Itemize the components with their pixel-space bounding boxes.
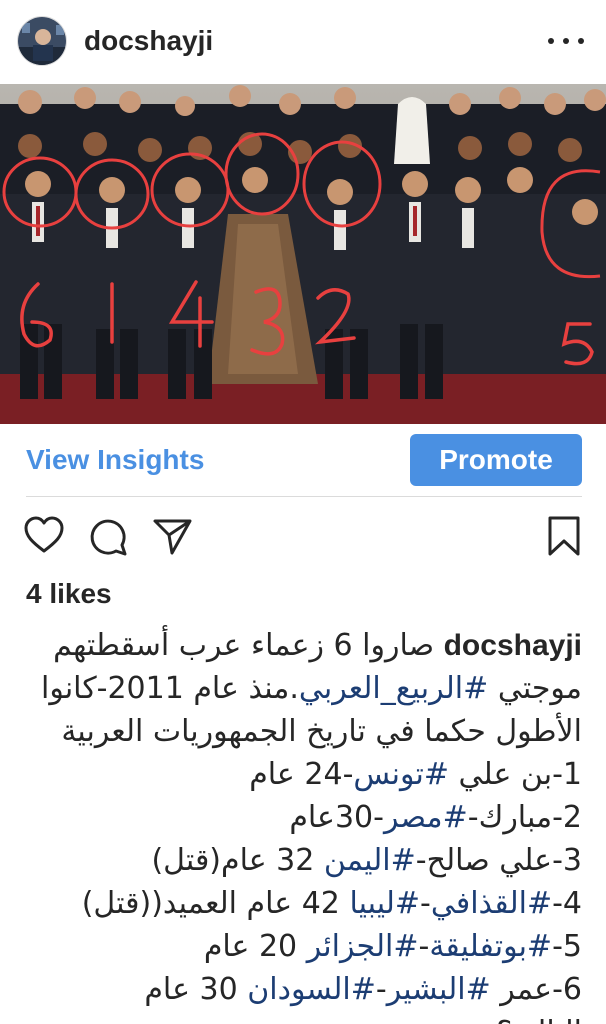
hashtag-link[interactable]: #ليبيا bbox=[349, 886, 420, 921]
insights-bar: View Insights Promote bbox=[0, 424, 606, 496]
post-photo[interactable] bbox=[0, 84, 606, 424]
post-caption: docshayji صاروا 6 زعماء عرب أسقطتهم موجت… bbox=[26, 624, 582, 1024]
caption-author[interactable]: docshayji bbox=[444, 629, 582, 662]
more-dot bbox=[548, 38, 554, 44]
caption-text: - bbox=[420, 886, 431, 921]
caption-line: docshayji صاروا 6 زعماء عرب أسقطتهم bbox=[26, 624, 582, 667]
caption-text: .منذ عام 2011-كانوا bbox=[41, 671, 299, 706]
caption-text: 42 عام العميد((قتل) bbox=[81, 886, 350, 921]
avatar-image bbox=[18, 17, 66, 65]
bookmark-icon[interactable] bbox=[542, 514, 586, 558]
caption-text: 5- bbox=[552, 929, 582, 964]
more-options-icon[interactable] bbox=[548, 28, 584, 54]
hashtag-link[interactable]: #القذافي bbox=[431, 886, 552, 921]
hashtag-link[interactable]: #الربيع_العربي bbox=[299, 671, 488, 706]
post-header: docshayji bbox=[0, 0, 606, 84]
more-dot bbox=[563, 38, 569, 44]
view-insights-link[interactable]: View Insights bbox=[26, 442, 204, 478]
caption-text: موجتي bbox=[488, 671, 582, 706]
username[interactable]: docshayji bbox=[84, 24, 213, 58]
hashtag-link[interactable]: #الجزائر bbox=[307, 929, 419, 964]
caption-line: 5-#بوتفليقة-#الجزائر 20 عام bbox=[26, 925, 582, 968]
divider bbox=[26, 496, 582, 497]
caption-text: - bbox=[418, 929, 430, 964]
caption-line: 3-علي صالح-#اليمن 32 عام(قتل) bbox=[26, 839, 582, 882]
caption-text: -30عام bbox=[289, 800, 384, 835]
caption-line: 6-عمر #البشير-#السودان 30 عام bbox=[26, 968, 582, 1011]
hashtag-link[interactable]: #اليمن bbox=[324, 843, 416, 878]
caption-text: - bbox=[375, 972, 387, 1007]
caption-text: 4- bbox=[552, 886, 582, 921]
caption-line: 4-#القذافي-#ليبيا 42 عام العميد((قتل) bbox=[26, 882, 582, 925]
avatar[interactable] bbox=[17, 16, 67, 66]
hashtag-link[interactable]: #تونس bbox=[353, 757, 449, 792]
hashtag-link[interactable]: #بوتفليقة bbox=[429, 929, 552, 964]
heart-icon[interactable] bbox=[22, 514, 66, 558]
caption-text: -24 عام bbox=[249, 757, 354, 792]
likes-count[interactable]: 4 likes bbox=[26, 574, 112, 614]
caption-line: 2-مبارك-#مصر-30عام bbox=[26, 796, 582, 839]
hashtag-link[interactable]: #البشير bbox=[387, 972, 491, 1007]
caption-text: 20 عام bbox=[203, 929, 307, 964]
caption-line: الأطول حكما في تاريخ الجمهوريات العربية bbox=[61, 714, 582, 749]
post-actions bbox=[0, 508, 606, 568]
hashtag-link[interactable]: #السودان bbox=[247, 972, 376, 1007]
caption-text: 2-مبارك- bbox=[467, 800, 582, 835]
comment-icon[interactable] bbox=[86, 514, 130, 558]
caption-text: 32 عام(قتل) bbox=[151, 843, 324, 878]
caption-text: 3-علي صالح- bbox=[415, 843, 582, 878]
caption-line: موجتي #الربيع_العربي.منذ عام 2011-كانوا bbox=[26, 667, 582, 710]
promote-button[interactable]: Promote bbox=[410, 434, 582, 486]
hashtag-link[interactable]: #مصر bbox=[384, 800, 468, 835]
caption-line: 1-بن علي #تونس-24 عام bbox=[26, 753, 582, 796]
caption-text: 1-بن علي bbox=[448, 757, 582, 792]
caption-text: 6-عمر bbox=[490, 972, 582, 1007]
caption-line: التالي؟ bbox=[26, 1011, 582, 1024]
group-photo-illustration bbox=[0, 84, 606, 424]
send-icon[interactable] bbox=[150, 514, 194, 558]
caption-text: صاروا 6 زعماء عرب أسقطتهم bbox=[53, 628, 435, 663]
caption-text: 30 عام bbox=[144, 972, 248, 1007]
more-dot bbox=[578, 38, 584, 44]
